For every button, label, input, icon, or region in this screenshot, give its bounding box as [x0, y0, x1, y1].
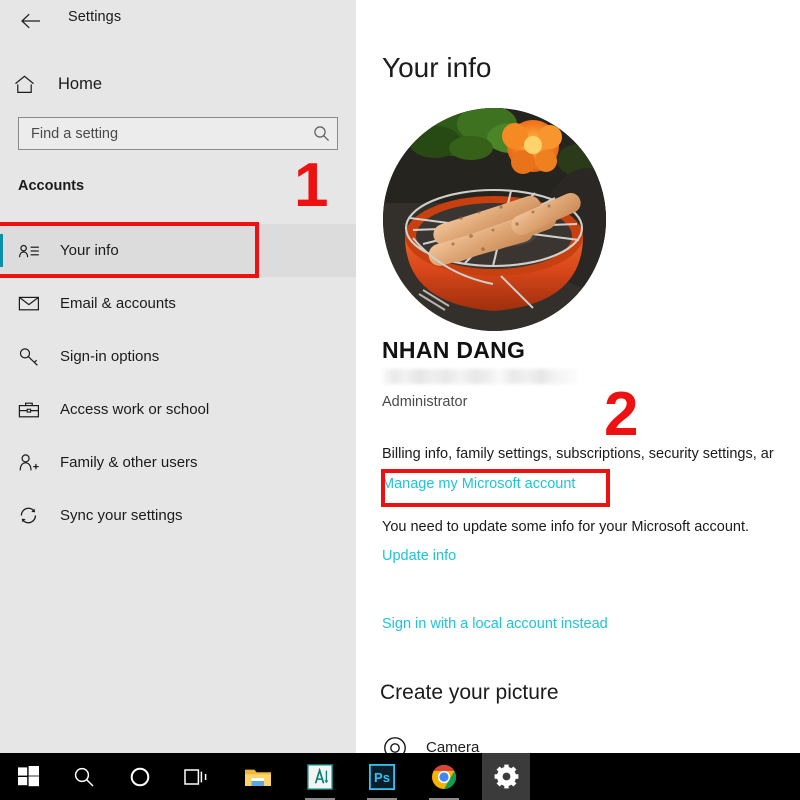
camera-option[interactable]: Camera	[382, 736, 479, 753]
user-avatar-photo[interactable]	[383, 108, 606, 331]
envelope-icon	[18, 295, 48, 312]
camera-label: Camera	[426, 739, 479, 754]
sidebar-item-access-work-school[interactable]: Access work or school	[0, 383, 356, 436]
sidebar-item-email-accounts-label: Email & accounts	[60, 295, 176, 312]
email-redacted	[382, 369, 578, 384]
font-app-button[interactable]	[296, 753, 344, 800]
annotation-box-your-info	[0, 222, 259, 278]
windows-logo-icon	[18, 766, 39, 787]
annotation-step-1: 1	[294, 155, 328, 217]
sidebar-item-family-other-users-label: Family & other users	[60, 454, 198, 471]
svg-text:Ps: Ps	[374, 770, 390, 785]
main-content: Your info	[356, 0, 790, 753]
folder-icon	[244, 765, 272, 788]
sidebar-item-home[interactable]: Home	[14, 66, 334, 102]
gear-icon	[493, 763, 520, 790]
search-input[interactable]	[19, 126, 305, 142]
search-box[interactable]	[18, 117, 338, 150]
camera-icon	[382, 736, 416, 753]
update-info-description: You need to update some info for your Mi…	[382, 519, 749, 535]
home-icon	[14, 75, 48, 94]
sidebar-item-home-label: Home	[58, 75, 102, 94]
chrome-icon	[431, 764, 457, 790]
file-explorer-button[interactable]	[234, 753, 282, 800]
settings-window: Settings Home Accounts	[0, 0, 800, 800]
sidebar-item-sync-settings[interactable]: Sync your settings	[0, 489, 356, 542]
title-bar: Settings	[0, 0, 356, 40]
sidebar: Settings Home Accounts	[0, 0, 356, 753]
key-icon	[18, 347, 48, 367]
back-arrow-icon[interactable]	[14, 6, 48, 36]
briefcase-icon	[18, 401, 48, 419]
window-right-border	[790, 0, 800, 753]
sync-icon	[18, 506, 48, 525]
task-view-icon	[184, 767, 208, 787]
search-icon	[73, 766, 95, 788]
billing-description: Billing info, family settings, subscript…	[382, 446, 790, 462]
sidebar-item-family-other-users[interactable]: Family & other users	[0, 436, 356, 489]
font-app-icon	[307, 764, 333, 790]
start-button[interactable]	[4, 753, 52, 800]
annotation-box-manage-account	[381, 469, 610, 507]
sidebar-item-signin-options[interactable]: Sign-in options	[0, 330, 356, 383]
annotation-step-2: 2	[604, 384, 638, 446]
photoshop-icon: Ps	[369, 764, 395, 790]
person-add-icon	[18, 453, 48, 472]
taskbar: Ps	[0, 753, 800, 800]
cortana-circle-icon	[129, 766, 151, 788]
task-view-button[interactable]	[172, 753, 220, 800]
sidebar-item-sync-settings-label: Sync your settings	[60, 507, 183, 524]
sidebar-item-email-accounts[interactable]: Email & accounts	[0, 277, 356, 330]
search-icon[interactable]	[305, 125, 337, 142]
user-name: NHAN DANG	[382, 337, 525, 364]
section-title-accounts: Accounts	[18, 178, 84, 194]
sidebar-item-signin-options-label: Sign-in options	[60, 348, 159, 365]
page-title: Your info	[382, 52, 492, 84]
account-role: Administrator	[382, 394, 467, 410]
app-title: Settings	[68, 9, 121, 25]
cortana-button[interactable]	[116, 753, 164, 800]
search-button[interactable]	[60, 753, 108, 800]
chrome-button[interactable]	[420, 753, 468, 800]
sign-in-local-account-link[interactable]: Sign in with a local account instead	[382, 616, 608, 632]
sidebar-item-access-work-school-label: Access work or school	[60, 401, 209, 418]
settings-button[interactable]	[482, 753, 530, 800]
update-info-link[interactable]: Update info	[382, 548, 456, 564]
photoshop-button[interactable]: Ps	[358, 753, 406, 800]
create-picture-title: Create your picture	[380, 681, 559, 705]
